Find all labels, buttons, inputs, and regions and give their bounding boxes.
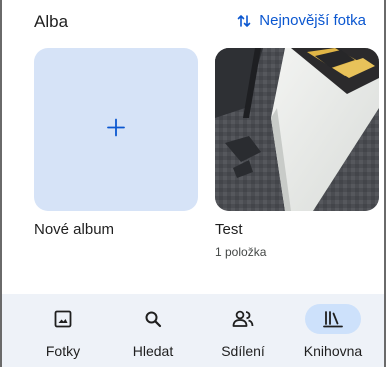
library-screen: Alba Nejnovější fotka Nové album Test 1 … (0, 0, 386, 367)
nav-tab-sharing[interactable]: Sdílení (198, 294, 288, 367)
album-thumbnail-test[interactable] (215, 48, 379, 211)
bottom-navigation: Fotky Hledat Sdílení Knihovna (2, 294, 384, 367)
albums-header: Alba Nejnovější fotka (2, 0, 384, 40)
people-icon (215, 304, 271, 334)
nav-label-photos: Fotky (45, 343, 81, 359)
nav-label-search: Hledat (132, 343, 174, 359)
plus-icon (106, 117, 126, 142)
album-item-count: 1 položka (215, 245, 267, 259)
nav-label-sharing: Sdílení (221, 343, 265, 359)
nav-tab-photos[interactable]: Fotky (18, 294, 108, 367)
nav-tab-library[interactable]: Knihovna (288, 294, 378, 367)
album-cover-photo (215, 48, 379, 211)
new-album-card[interactable] (34, 48, 198, 211)
nav-tab-search[interactable]: Hledat (108, 294, 198, 367)
album-title-test[interactable]: Test (215, 221, 243, 238)
section-title: Alba (34, 12, 69, 31)
sort-button[interactable]: Nejnovější fotka (237, 12, 366, 29)
swap-vert-icon (237, 13, 251, 29)
new-album-title[interactable]: Nové album (34, 221, 114, 238)
library-icon (305, 304, 361, 334)
nav-label-library: Knihovna (303, 343, 363, 359)
search-icon (125, 304, 181, 334)
sort-label: Nejnovější fotka (259, 12, 366, 29)
photo-icon (35, 304, 91, 334)
